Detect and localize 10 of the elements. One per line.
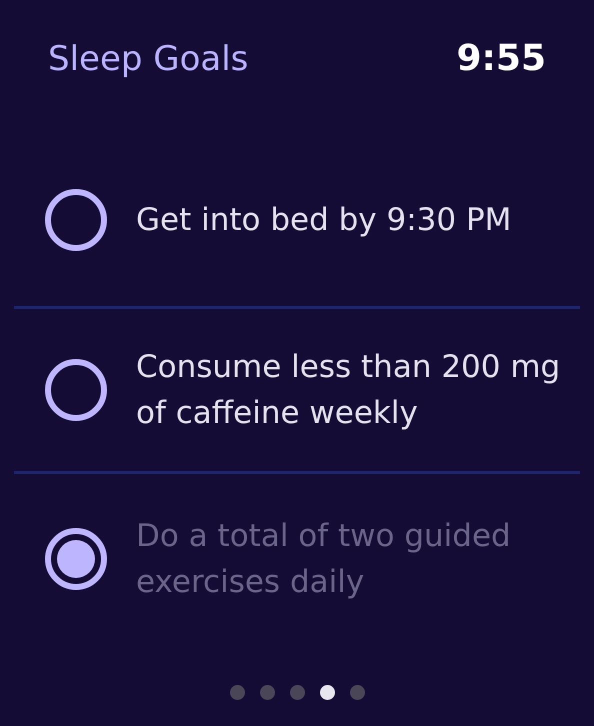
radio-empty-icon[interactable] (45, 359, 107, 421)
goal-label: Consume less than 200 mg of caffeine weekly (136, 348, 562, 433)
radio-checked-icon[interactable] (45, 528, 107, 590)
clock-time: 9:55 (456, 37, 546, 81)
goal-row[interactable]: Consume less than 200 mg of caffeine weekly (0, 309, 594, 471)
app-title: Sleep Goals (48, 38, 248, 81)
goal-label: Get into bed by 9:30 PM (136, 201, 512, 240)
goal-row[interactable]: Get into bed by 9:30 PM (0, 118, 594, 306)
goal-label: Do a total of two guided exercises daily (136, 517, 512, 602)
radio-empty-icon[interactable] (45, 189, 107, 251)
